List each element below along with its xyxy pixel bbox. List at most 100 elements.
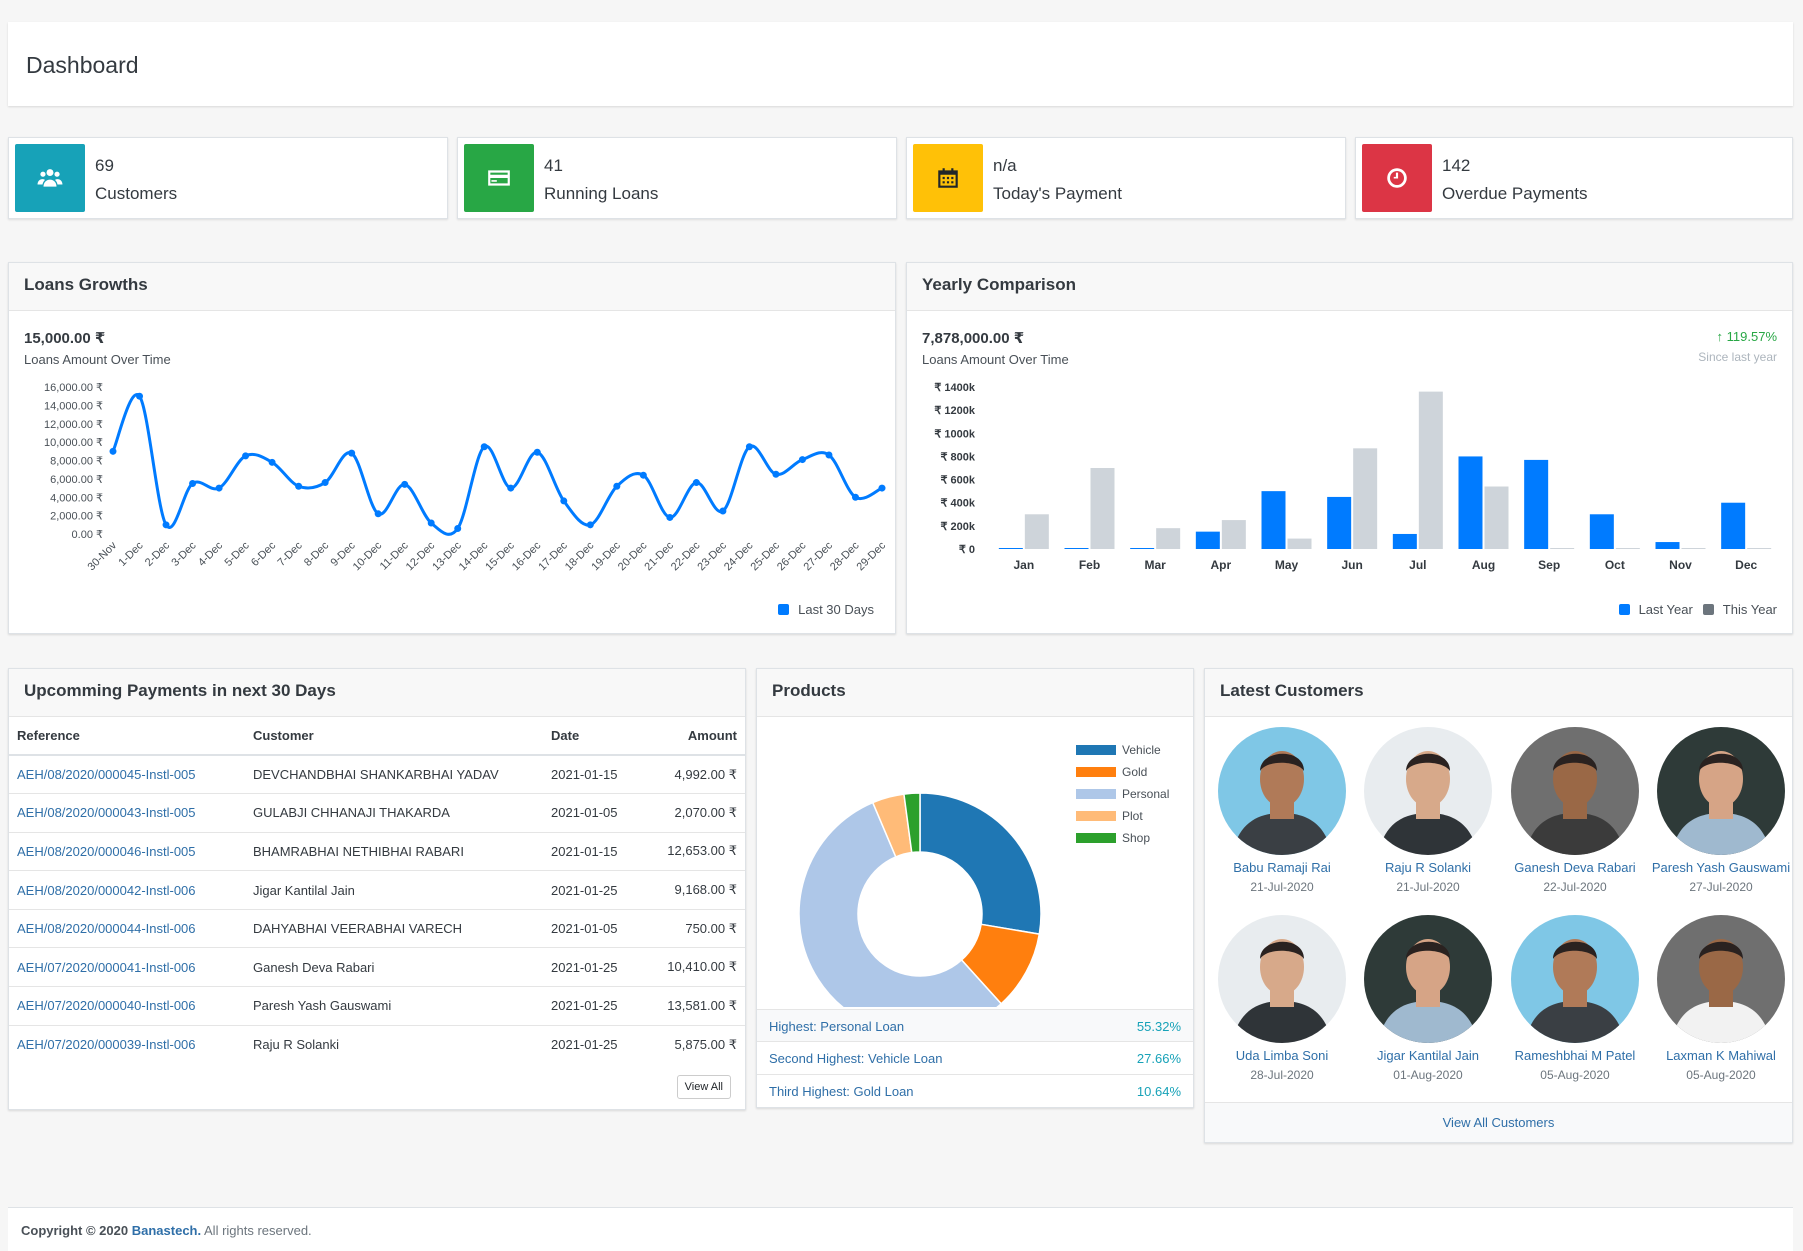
reference-cell[interactable]: AEH/08/2020/000043-Instl-005 (9, 793, 245, 833)
customer-item[interactable]: Uda Limba Soni 28-Jul-2020 (1212, 915, 1352, 1082)
data-point (162, 521, 170, 529)
card-title: Upcomming Payments in next 30 Days (9, 669, 745, 717)
info-value: 69 (95, 156, 114, 175)
legend-label: Personal (1122, 787, 1170, 801)
avatar[interactable] (1657, 915, 1785, 1043)
customer-name[interactable]: Raju R Solanki (1358, 860, 1498, 875)
avatar[interactable] (1511, 915, 1639, 1043)
reference-cell[interactable]: AEH/08/2020/000044-Instl-006 (9, 908, 245, 948)
customer-name[interactable]: Uda Limba Soni (1212, 1048, 1352, 1063)
info-box-customers[interactable]: 69 Customers (8, 137, 448, 219)
x-tick-label: Nov (1669, 558, 1692, 572)
customer-name[interactable]: Rameshbhai M Patel (1505, 1048, 1645, 1063)
table-row[interactable]: AEH/08/2020/000046-Instl-005 BHAMRABHAI N… (9, 831, 745, 871)
avatar[interactable] (1218, 915, 1346, 1043)
y-tick-label: ₹ 200k (940, 521, 975, 533)
y-tick-label: 10,000.00 ₹ (44, 437, 103, 449)
customer-item[interactable]: Raju R Solanki 21-Jul-2020 (1358, 727, 1498, 894)
customer-date: 01-Aug-2020 (1393, 1068, 1463, 1082)
customer-item[interactable]: Rameshbhai M Patel 05-Aug-2020 (1505, 915, 1645, 1082)
data-point (666, 513, 674, 521)
y-tick-label: 12,000.00 ₹ (44, 419, 103, 431)
reference-cell[interactable]: AEH/08/2020/000042-Instl-006 (9, 870, 245, 910)
avatar[interactable] (1511, 727, 1639, 855)
bar (1589, 514, 1614, 549)
customer-name[interactable]: Paresh Yash Gauswami (1651, 860, 1791, 875)
customer-name[interactable]: Jigar Kantilal Jain (1358, 1048, 1498, 1063)
person-icon (1378, 751, 1478, 855)
customer-date: 21-Jul-2020 (1250, 880, 1314, 894)
amount-cell: 13,581.00 ₹ (643, 986, 745, 1026)
data-point (560, 497, 568, 505)
customer-name[interactable]: Laxman K Mahiwal (1651, 1048, 1791, 1063)
customer-item[interactable]: Ganesh Deva Rabari 22-Jul-2020 (1505, 727, 1645, 894)
data-point (268, 458, 276, 466)
table-row[interactable]: AEH/07/2020/000040-Instl-006 Paresh Yash … (9, 986, 745, 1026)
reference-cell[interactable]: AEH/08/2020/000046-Instl-005 (9, 831, 245, 871)
legend-swatch (1702, 604, 1714, 615)
copyright: Copyright © 2020 (21, 1223, 129, 1238)
x-tick-label: 2-Dec (143, 539, 173, 569)
customer-cell: Ganesh Deva Rabari (245, 947, 543, 987)
table-row[interactable]: AEH/08/2020/000045-Instl-005 DEVCHANDBHAI… (9, 754, 745, 794)
date-cell: 2021-01-25 (543, 870, 643, 910)
info-box-overdue-payments[interactable]: 142 Overdue Payments (1355, 137, 1793, 219)
data-point (878, 484, 886, 492)
table-row[interactable]: AEH/08/2020/000042-Instl-006 Jigar Kantil… (9, 870, 745, 910)
view-all-customers-link[interactable]: View All Customers (1205, 1102, 1792, 1142)
col-header[interactable]: Amount (643, 717, 745, 756)
credit-card-icon (464, 144, 534, 212)
reference-cell[interactable]: AEH/07/2020/000040-Instl-006 (9, 986, 245, 1026)
avatar[interactable] (1218, 727, 1346, 855)
bar (1287, 538, 1312, 549)
x-tick-label: 4-Dec (196, 539, 226, 569)
footer: Copyright © 2020 Banastech. All rights r… (8, 1207, 1793, 1251)
table-row[interactable]: AEH/07/2020/000041-Instl-006 Ganesh Deva … (9, 947, 745, 987)
view-all-button[interactable]: View All (676, 1075, 731, 1099)
legend-swatch (1076, 767, 1116, 777)
brand-link[interactable]: Banastech. (132, 1223, 201, 1238)
reference-cell[interactable]: AEH/08/2020/000045-Instl-005 (9, 754, 245, 794)
data-point (215, 484, 223, 492)
customer-date: 05-Aug-2020 (1540, 1068, 1610, 1082)
legend-label: Last Year (1638, 602, 1693, 617)
data-point (851, 493, 859, 501)
customer-item[interactable]: Jigar Kantilal Jain 01-Aug-2020 (1358, 915, 1498, 1082)
customer-item[interactable]: Laxman K Mahiwal 05-Aug-2020 (1651, 915, 1791, 1082)
reference-cell[interactable]: AEH/07/2020/000041-Instl-006 (9, 947, 245, 987)
info-box-todays-payment[interactable]: n/a Today's Payment (906, 137, 1346, 219)
avatar[interactable] (1364, 915, 1492, 1043)
avatar[interactable] (1364, 727, 1492, 855)
bar (1327, 496, 1352, 549)
customer-name[interactable]: Babu Ramaji Rai (1212, 860, 1352, 875)
table-row[interactable]: AEH/07/2020/000039-Instl-006 Raju R Solan… (9, 1024, 745, 1064)
date-cell: 2021-01-25 (543, 1024, 643, 1064)
data-point (719, 507, 727, 515)
col-header[interactable]: Reference (9, 717, 245, 756)
col-header[interactable]: Customer (245, 717, 543, 756)
bar (1655, 542, 1680, 549)
customer-name[interactable]: Ganesh Deva Rabari (1505, 860, 1645, 875)
legend-label: Last 30 Days (798, 602, 874, 617)
table-row[interactable]: AEH/08/2020/000044-Instl-006 DAHYABHAI VE… (9, 908, 745, 948)
customer-item[interactable]: Babu Ramaji Rai 21-Jul-2020 (1212, 727, 1352, 894)
legend-item: Personal (1076, 783, 1169, 805)
amount-cell: 750.00 ₹ (643, 908, 745, 948)
latest-customers-card: Latest Customers Babu Ramaji Rai 21-Jul-… (1204, 668, 1793, 1143)
customer-item[interactable]: Paresh Yash Gauswami 27-Jul-2020 (1651, 727, 1791, 894)
table-row[interactable]: AEH/08/2020/000043-Instl-005 GULABJI CHHA… (9, 793, 745, 833)
data-point (798, 456, 806, 464)
person-icon (1232, 751, 1332, 855)
customer-cell: Paresh Yash Gauswami (245, 986, 543, 1026)
data-point (321, 479, 329, 487)
y-tick-label: ₹ 1000k (934, 428, 976, 440)
col-header[interactable]: Date (543, 717, 643, 756)
x-tick-label: Mar (1144, 558, 1166, 572)
x-tick-label: Jul (1409, 558, 1426, 572)
info-box-running-loans[interactable]: 41 Running Loans (457, 137, 897, 219)
reference-cell[interactable]: AEH/07/2020/000039-Instl-006 (9, 1024, 245, 1064)
avatar[interactable] (1657, 727, 1785, 855)
customer-cell: Jigar Kantilal Jain (245, 870, 543, 910)
data-point (295, 482, 303, 490)
bar (1221, 520, 1246, 549)
